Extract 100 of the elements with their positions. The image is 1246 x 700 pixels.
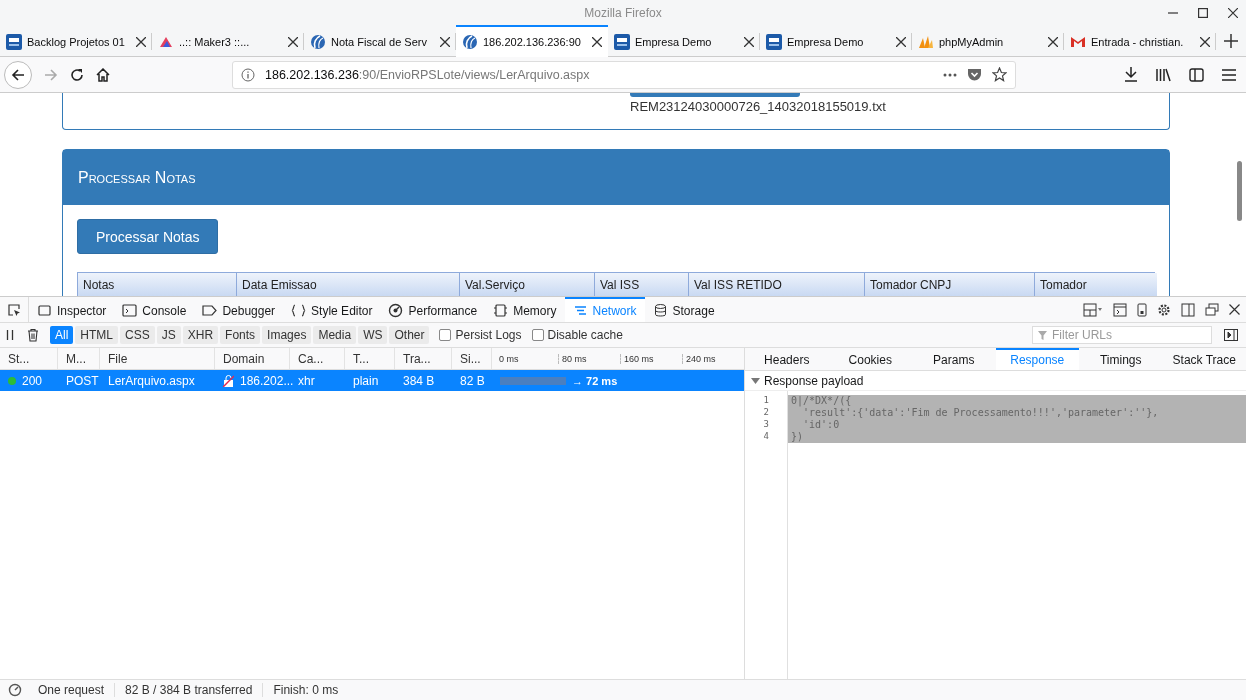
menu-icon[interactable] (1222, 68, 1236, 81)
browser-tab[interactable]: 186.202.136.236:90 (456, 25, 608, 57)
filter-button[interactable]: Fonts (220, 326, 261, 344)
address-bar[interactable]: 186.202.136.236:90/EnvioRPSLote/views/LerArquivo.aspx (232, 60, 1016, 89)
gauge-icon[interactable] (8, 683, 22, 697)
column-header[interactable]: St... (0, 348, 58, 369)
filter-button[interactable]: JS (156, 326, 181, 344)
column-header[interactable]: Tra... (395, 348, 452, 369)
timing-bar (500, 376, 566, 385)
column-header[interactable]: Domain (215, 348, 290, 369)
star-icon[interactable] (992, 67, 1007, 82)
column-header[interactable]: T... (345, 348, 395, 369)
back-arrow-icon (11, 67, 25, 82)
devtools-tab[interactable]: Network (564, 297, 645, 322)
logo-icon (766, 33, 782, 50)
database-icon (652, 303, 668, 318)
layout-icon[interactable] (1083, 302, 1103, 317)
filter-button[interactable]: CSS (120, 326, 155, 344)
close-icon[interactable] (1200, 36, 1210, 47)
devtools-tab[interactable]: Performance (380, 297, 486, 322)
column-header: Tomador (1034, 273, 1157, 296)
caret-icon[interactable] (751, 377, 760, 384)
more-icon[interactable] (943, 72, 957, 77)
browser-tab[interactable]: phpMyAdmin (912, 25, 1064, 56)
browser-tab[interactable]: Backlog Projetos 01 (0, 25, 152, 56)
close-icon[interactable] (896, 36, 906, 47)
column-header[interactable]: Ca... (290, 348, 345, 369)
browser-tab[interactable]: Empresa Demo (760, 25, 912, 56)
timeline-tick: 160 ms (620, 353, 682, 364)
console-icon[interactable] (1113, 302, 1127, 317)
status-text: 82 B / 384 B transferred (114, 683, 263, 697)
close-icon[interactable] (136, 36, 146, 47)
devtools-tab[interactable]: Storage (644, 297, 723, 322)
phone-icon[interactable] (1137, 302, 1147, 317)
maximize-icon[interactable] (1198, 7, 1208, 18)
library-icon[interactable] (1156, 67, 1171, 82)
close-icon[interactable] (1229, 304, 1240, 315)
panel-toggle-icon[interactable] (1224, 329, 1238, 341)
filter-button[interactable]: WS (358, 326, 388, 344)
request-type: plain (353, 373, 379, 388)
box-icon (37, 303, 52, 318)
detail-tab[interactable]: Headers (745, 348, 829, 370)
filter-button[interactable]: Other (389, 326, 430, 344)
request-row[interactable]: 200 POST LerArquivo.aspx 186.202... xhr plain 384 B 82 B → 72 ms (0, 370, 744, 391)
close-icon[interactable] (1228, 7, 1238, 18)
timeline-tick: 0 ms (498, 353, 520, 364)
devtools-tab[interactable]: Style Editor (283, 297, 381, 322)
detail-tab[interactable]: Params (912, 348, 996, 370)
filter-button[interactable]: XHR (182, 326, 219, 344)
detail-tab[interactable]: Response (995, 348, 1079, 370)
close-icon[interactable] (744, 36, 754, 47)
close-icon[interactable] (592, 37, 602, 47)
download-icon[interactable] (1124, 67, 1138, 82)
status-text: One request (37, 683, 106, 697)
checkbox-label: Disable cache (547, 328, 623, 342)
settings-icon[interactable] (1157, 302, 1171, 317)
checkbox[interactable] (439, 329, 452, 341)
close-icon[interactable] (1048, 36, 1058, 47)
trash-icon[interactable] (26, 328, 40, 342)
pocket-icon[interactable] (967, 67, 982, 82)
column-header[interactable]: M... (58, 348, 100, 369)
devtools-tab[interactable]: Debugger (194, 297, 284, 322)
devtools-tab[interactable]: Console (114, 297, 195, 322)
close-icon[interactable] (288, 36, 298, 47)
filter-button[interactable]: All (50, 326, 74, 344)
dock-icon[interactable] (1181, 302, 1195, 317)
braces-icon (291, 303, 307, 318)
browser-tab[interactable]: Nota Fiscal de Serv (304, 25, 456, 56)
browser-tab[interactable]: ..:: Maker3 ::... (152, 25, 304, 56)
status-dot (8, 376, 16, 385)
filter-button[interactable]: Images (262, 326, 312, 344)
scrollbar-thumb[interactable] (1237, 161, 1242, 221)
detail-tab[interactable]: Timings (1079, 348, 1163, 370)
window-icon[interactable] (1205, 302, 1219, 317)
timeline-tick: 80 ms (558, 353, 620, 364)
plus-icon[interactable] (1224, 33, 1238, 48)
detail-tab[interactable]: Stack Trace (1162, 348, 1246, 370)
column-header[interactable]: Si... (452, 348, 492, 369)
back-button[interactable] (4, 60, 32, 89)
chip-icon (493, 303, 509, 318)
close-icon[interactable] (440, 36, 450, 47)
checkbox[interactable] (531, 329, 544, 341)
pause-icon[interactable] (6, 330, 14, 340)
checkbox-label: Persist Logs (455, 328, 522, 342)
picker-icon[interactable] (7, 302, 21, 317)
process-button[interactable]: Processar Notas (77, 219, 219, 254)
logo-icon (6, 33, 22, 50)
devtools-tab[interactable]: Memory (485, 297, 565, 322)
browser-tab[interactable]: Empresa Demo (608, 25, 760, 56)
column-header[interactable]: File (100, 348, 215, 369)
devtools-tab[interactable]: Inspector (29, 297, 115, 322)
filter-button[interactable]: Media (313, 326, 357, 344)
filter-button[interactable]: HTML (75, 326, 118, 344)
browser-tab[interactable]: Entrada - christian. (1064, 25, 1216, 56)
detail-tab[interactable]: Cookies (828, 348, 912, 370)
reload-icon[interactable] (70, 67, 84, 82)
home-icon[interactable] (96, 67, 110, 82)
sidebar-icon[interactable] (1189, 67, 1204, 82)
filter-field[interactable]: Filter URLs (1032, 326, 1212, 344)
info-icon[interactable] (241, 67, 255, 82)
